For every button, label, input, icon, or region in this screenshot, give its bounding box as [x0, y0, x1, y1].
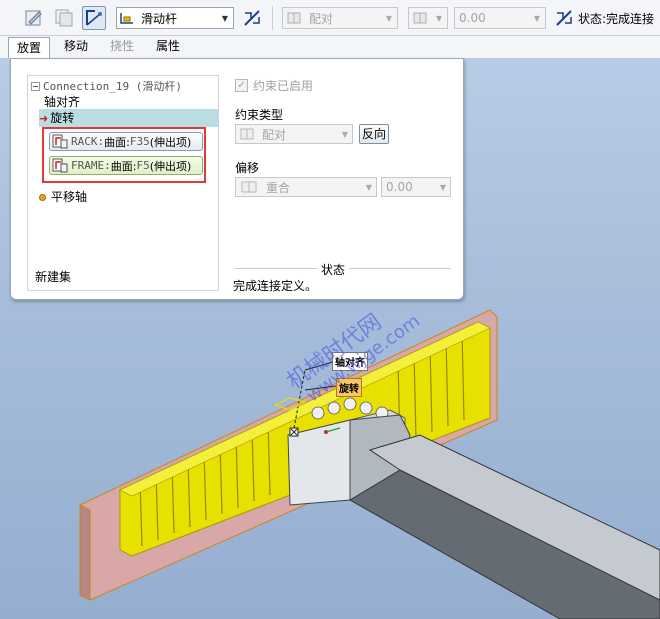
tree-item-new-set[interactable]: 新建集	[35, 268, 71, 286]
connection-label: Connection_19 (滑动杆)	[43, 80, 182, 93]
model-viewport[interactable]: 轴对齐 旋转 机械时代网 www.wjge.com	[0, 300, 660, 619]
chevron-down-icon[interactable]: ▼	[431, 8, 447, 28]
chevron-down-icon[interactable]: ▼	[381, 8, 397, 28]
offset-value-field-text: 0.00	[386, 180, 413, 194]
checkbox-icon[interactable]: ✓	[235, 79, 248, 92]
surface-reference-icon	[52, 134, 68, 149]
mate-icon	[283, 11, 305, 25]
flip-direction-icon[interactable]	[552, 6, 576, 30]
motion-type-select[interactable]: 滑动杆 ▼	[116, 7, 234, 29]
arrow-right-icon: ➜	[39, 112, 49, 125]
reference-rack-button[interactable]: RACK: 曲面: F35 (伸出项)	[49, 132, 203, 151]
offset-value-text: 0.00	[459, 11, 486, 25]
ref2-suffix: (伸出项)	[149, 159, 192, 173]
ref1-code: F35	[129, 135, 150, 148]
tree-item-rotate[interactable]: ➜ 旋转	[39, 109, 218, 127]
chevron-down-icon[interactable]: ▼	[436, 183, 450, 192]
bullet-icon	[39, 194, 46, 201]
ref2-main: 曲面:	[110, 159, 137, 173]
offset-type-dropdown[interactable]: 重合 ▼	[235, 177, 377, 197]
status-message: 完成连接定义。	[233, 279, 318, 293]
chevron-down-icon[interactable]: ▼	[338, 130, 352, 139]
offset-mode-select[interactable]: ▼	[408, 7, 448, 29]
axis-align-label: 轴对齐	[44, 95, 81, 109]
ref1-prefix: RACK:	[71, 135, 105, 148]
constraint-type-dropdown[interactable]: 配对 ▼	[235, 124, 353, 144]
translate-axis-label: 平移轴	[51, 190, 88, 204]
reference-frame-button[interactable]: FRAME: 曲面: F5 (伸出项)	[49, 156, 203, 175]
offset-type-dropdown-value: 重合	[266, 180, 291, 195]
chevron-down-icon[interactable]: ▼	[529, 8, 545, 28]
surface-reference-icon	[52, 158, 68, 173]
connection-mode-icon[interactable]	[82, 6, 106, 30]
top-toolbar: 滑动杆 ▼ 配对 ▼ ▼ 0.00 ▼ 状态:完成连接	[0, 0, 660, 36]
new-set-label: 新建集	[35, 270, 72, 284]
offset-value-input[interactable]: 0.00 ▼	[454, 7, 546, 29]
tab-flexibility[interactable]: 挠性	[102, 36, 142, 58]
mate-icon	[236, 128, 258, 140]
tab-properties[interactable]: 属性	[148, 36, 188, 58]
ref2-prefix: FRAME:	[71, 159, 111, 172]
ref2-code: F5	[136, 159, 150, 172]
coincident-icon	[409, 11, 431, 25]
dashboard-tabs: 放置 移动 挠性 属性	[0, 36, 660, 58]
tab-placement[interactable]: 放置	[8, 37, 50, 58]
tree-item-translate-axis[interactable]: 平移轴	[39, 188, 87, 206]
ref1-main: 曲面:	[104, 135, 130, 149]
placement-panel: − Connection_19 (滑动杆) 轴对齐 ➜ 旋转 RACK: 曲面: F35…	[10, 58, 464, 300]
status-label: 状态:完成连接	[578, 12, 655, 26]
collapse-icon[interactable]: −	[31, 82, 40, 91]
flip-button[interactable]: 反向	[359, 124, 389, 144]
offset-label: 偏移	[235, 161, 260, 175]
highlight-box: RACK: 曲面: F35 (伸出项) FRAME: 曲面: F5 (伸出项)	[42, 127, 206, 183]
chevron-down-icon[interactable]: ▼	[362, 183, 376, 192]
coincident-icon	[236, 181, 262, 193]
status-title: 状态	[317, 261, 350, 278]
edit-placement-icon[interactable]	[22, 6, 46, 30]
constraint-type-select[interactable]: 配对 ▼	[282, 7, 398, 29]
constraint-type-label: 约束类型	[235, 108, 284, 122]
constraint-enabled-label: 约束已启用	[253, 79, 314, 93]
constraint-type-value: 配对	[309, 11, 334, 26]
copy-component-icon[interactable]	[52, 6, 76, 30]
chevron-down-icon[interactable]: ▼	[217, 8, 233, 28]
constraint-enabled-checkbox[interactable]: ✓ 约束已启用	[235, 77, 313, 94]
constraint-type-dropdown-value: 配对	[262, 127, 287, 142]
tab-move[interactable]: 移动	[56, 36, 96, 58]
slider-joint-icon	[117, 11, 137, 25]
ref1-suffix: (伸出项)	[149, 135, 192, 149]
constraint-flip-icon[interactable]	[240, 6, 264, 30]
constraint-tree: − Connection_19 (滑动杆) 轴对齐 ➜ 旋转 RACK: 曲面: F35…	[27, 75, 219, 291]
rotate-label: 旋转	[50, 111, 75, 125]
motion-type-value: 滑动杆	[141, 11, 178, 26]
offset-value-field[interactable]: 0.00 ▼	[381, 177, 451, 197]
